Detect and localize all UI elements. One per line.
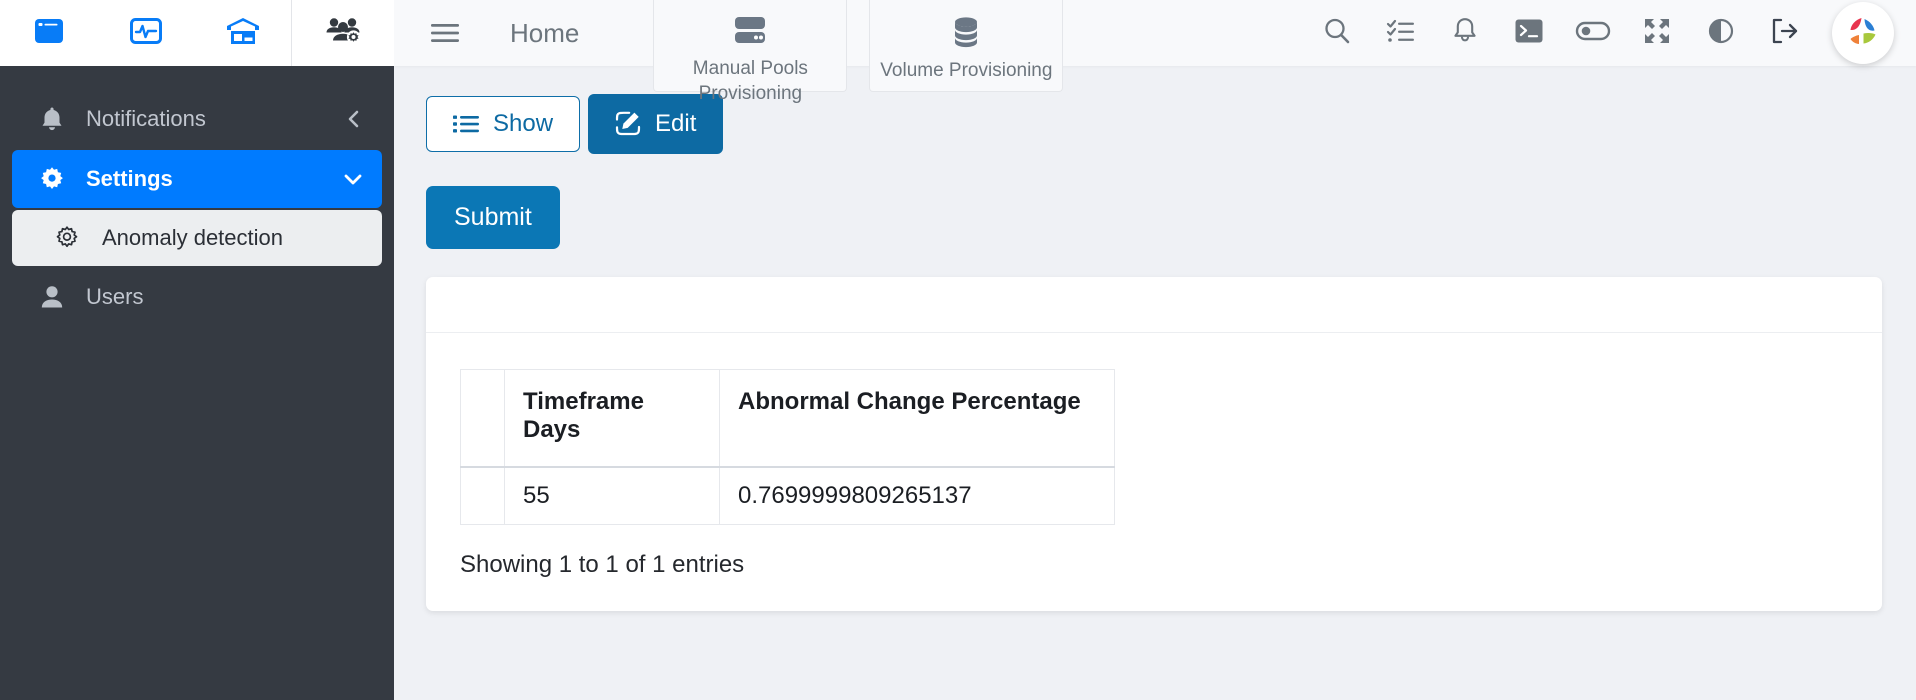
card-body: Timeframe Days Abnormal Change Percentag… — [426, 333, 1882, 579]
table-header: Timeframe Days Abnormal Change Percentag… — [461, 370, 1115, 468]
server-icon — [731, 14, 769, 48]
nav-card-label: Manual Pools Provisioning — [645, 56, 855, 106]
entries-info: Showing 1 to 1 of 1 entries — [460, 551, 1882, 579]
table-body: 55 0.7699999809265137 — [461, 467, 1115, 525]
users-cog-icon-button[interactable] — [292, 0, 394, 66]
table-cell-abnormal-change-percentage: 0.7699999809265137 — [720, 467, 1115, 525]
bell-icon — [1451, 16, 1479, 51]
nav-card-manual-pools-provisioning[interactable]: Manual Pools Provisioning — [653, 0, 847, 92]
table-col-timeframe-days[interactable]: Timeframe Days — [505, 370, 720, 468]
storage-warehouse-icon-button[interactable] — [194, 0, 291, 66]
sidebar-item-anomaly-detection[interactable]: Anomaly detection — [12, 210, 382, 266]
expand-arrows-icon — [1643, 17, 1671, 50]
terminal-icon-button[interactable] — [1498, 4, 1560, 62]
list-icon — [453, 113, 479, 135]
monitoring-icon-button[interactable] — [97, 0, 194, 66]
sidebar-nav: Notifications Settings — [0, 66, 394, 326]
nav-card-group: Manual Pools Provisioning Volume Provisi… — [653, 0, 1063, 66]
storage-warehouse-icon — [226, 17, 260, 50]
card-header — [426, 277, 1882, 333]
table-col-blank[interactable] — [461, 370, 505, 468]
table-header-row: Timeframe Days Abnormal Change Percentag… — [461, 370, 1115, 468]
monitoring-icon — [130, 18, 162, 49]
anomaly-results-table: Timeframe Days Abnormal Change Percentag… — [460, 369, 1115, 525]
main-content: Show Edit Submit — [394, 66, 1916, 700]
sidebar-item-notifications[interactable]: Notifications — [12, 90, 382, 148]
pen-square-icon — [615, 111, 641, 137]
hamburger-icon[interactable] — [424, 12, 466, 54]
bell-icon — [30, 106, 74, 132]
app-switcher — [0, 0, 394, 66]
results-card: Timeframe Days Abnormal Change Percentag… — [426, 277, 1882, 611]
sign-out-icon — [1770, 17, 1800, 50]
sidebar-item-label: Notifications — [86, 106, 344, 132]
toggle-icon — [1575, 19, 1611, 48]
gear-outline-icon — [46, 225, 88, 251]
table-cell-timeframe-days: 55 — [505, 467, 720, 525]
database-icon — [949, 14, 983, 50]
dashboard-window-icon-button[interactable] — [0, 0, 97, 66]
show-button[interactable]: Show — [426, 96, 580, 152]
chevron-left-icon[interactable] — [344, 108, 364, 130]
dashboard-window-icon — [34, 18, 64, 49]
user-icon — [30, 284, 74, 310]
sidebar-item-users[interactable]: Users — [12, 268, 382, 326]
search-icon-button[interactable] — [1306, 4, 1368, 62]
sign-out-icon-button[interactable] — [1754, 4, 1816, 62]
sidebar-item-label: Users — [86, 284, 364, 310]
nav-card-label: Volume Provisioning — [861, 58, 1071, 83]
tasks-icon — [1386, 17, 1416, 50]
edit-button-label: Edit — [655, 112, 696, 136]
terminal-icon — [1514, 18, 1544, 49]
sidebar-subitem-label: Anomaly detection — [102, 225, 283, 251]
bell-icon-button[interactable] — [1434, 4, 1496, 62]
users-cog-icon — [325, 17, 361, 50]
app-switcher-group — [0, 0, 292, 66]
user-avatar-logo — [1840, 8, 1886, 59]
topbar-tools — [1306, 2, 1894, 64]
expand-arrows-icon-button[interactable] — [1626, 4, 1688, 62]
table-cell-blank — [461, 467, 505, 525]
sidebar-item-settings[interactable]: Settings — [12, 150, 382, 208]
gear-icon — [30, 166, 74, 192]
contrast-icon — [1707, 17, 1735, 50]
search-icon — [1322, 16, 1352, 51]
top-bar: Home Manual Pools Provisioning — [394, 0, 1916, 66]
table-col-abnormal-change-percentage[interactable]: Abnormal Change Percentage — [720, 370, 1115, 468]
home-link[interactable]: Home — [510, 18, 579, 49]
contrast-icon-button[interactable] — [1690, 4, 1752, 62]
content-area: Home Manual Pools Provisioning — [394, 0, 1916, 700]
chevron-down-icon[interactable] — [342, 168, 364, 190]
submit-button[interactable]: Submit — [426, 186, 560, 249]
toggle-icon-button[interactable] — [1562, 4, 1624, 62]
tasks-icon-button[interactable] — [1370, 4, 1432, 62]
avatar[interactable] — [1832, 2, 1894, 64]
sidebar-item-label: Settings — [86, 166, 342, 192]
table-row[interactable]: 55 0.7699999809265137 — [461, 467, 1115, 525]
application-root: Notifications Settings — [0, 0, 1916, 700]
sidebar: Notifications Settings — [0, 0, 394, 700]
nav-card-volume-provisioning[interactable]: Volume Provisioning — [869, 0, 1063, 92]
show-button-label: Show — [493, 112, 553, 136]
